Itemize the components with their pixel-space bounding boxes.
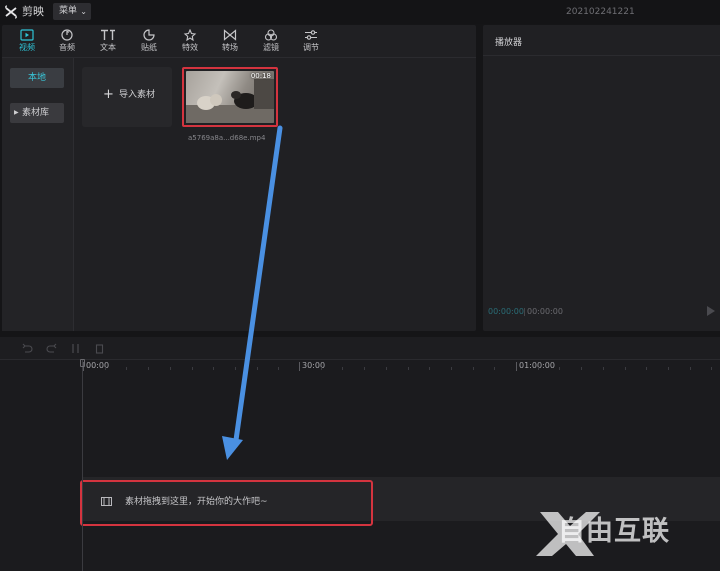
ruler-minor-tick [472, 367, 474, 370]
timeline-ruler[interactable]: 00:00 30:00 01:00:00 [0, 360, 720, 374]
ruler-minor-tick [711, 367, 713, 370]
transition-icon [223, 29, 237, 41]
ruler-minor-tick [278, 367, 280, 370]
ruler-minor-tick [364, 367, 366, 370]
audio-icon [61, 29, 73, 41]
import-label: 导入素材 [119, 90, 156, 100]
caret-right-icon: ▶ [14, 109, 19, 116]
tab-label: 转场 [222, 43, 238, 52]
current-time: 00:00:00 [488, 307, 524, 316]
timeline-toolbar [0, 337, 720, 360]
app-title: 剪映 [22, 5, 44, 18]
ruler-minor-tick [342, 367, 344, 370]
sidebar-item-local[interactable]: 本地 [10, 68, 64, 88]
ruler-minor-tick [624, 367, 626, 370]
sticker-icon [143, 29, 155, 41]
ruler-minor-tick [234, 367, 236, 370]
video-thumbnail[interactable]: 00:18 [186, 71, 274, 123]
tab-video[interactable]: 视频 [10, 27, 44, 57]
ruler-minor-tick [126, 367, 128, 370]
sidebar-item-library[interactable]: ▶ 素材库 [10, 103, 64, 123]
menu-label: 菜单 [59, 6, 78, 16]
ruler-minor-tick [385, 367, 387, 370]
media-sidebar: 本地 ▶ 素材库 [2, 58, 74, 331]
text-icon [101, 29, 115, 40]
sidebar-item-label: 素材库 [22, 108, 50, 118]
player-title: 播放器 [495, 38, 523, 48]
tab-sticker[interactable]: 贴纸 [132, 27, 166, 57]
ruler-minor-tick [537, 367, 539, 370]
ruler-minor-tick [191, 367, 193, 370]
app-logo-icon [5, 5, 17, 19]
drop-hint-text: 素材拖拽到这里，开始你的大作吧~ [125, 497, 268, 507]
tab-adjust[interactable]: 调节 [294, 27, 328, 57]
project-name: 20210224122​1 [566, 7, 635, 17]
media-clip-highlight[interactable]: 00:18 [182, 67, 278, 127]
menu-button[interactable]: 菜单 ⌄ [53, 3, 91, 20]
import-media-button[interactable]: + 导入素材 [82, 67, 172, 127]
media-panel: 视频 音频 文本 贴纸 特效 转场 滤镜 调节 本地 ▶ 素材库 + 导入素材 … [2, 25, 476, 331]
tab-label: 调节 [303, 43, 319, 52]
chevron-down-icon: ⌄ [80, 7, 87, 16]
total-time: 00:00:00 [527, 307, 563, 316]
plus-icon: + [103, 87, 114, 102]
clip-filename: a5769a8a...d68e.mp4 [188, 134, 266, 142]
clip-duration: 00:18 [250, 72, 271, 80]
ruler-minor-tick [450, 367, 452, 370]
playhead[interactable] [82, 359, 83, 571]
tab-effects[interactable]: 特效 [173, 27, 207, 57]
filter-icon [264, 29, 278, 41]
delete-icon[interactable] [94, 343, 105, 354]
adjust-icon [305, 30, 317, 40]
ruler-minor-tick [148, 367, 150, 370]
ruler-minor-tick [646, 367, 648, 370]
ruler-minor-tick [602, 367, 604, 370]
title-bar: 剪映 菜单 ⌄ 20210224122​1 [0, 0, 720, 24]
ruler-minor-tick [104, 367, 106, 370]
tab-label: 特效 [182, 43, 198, 52]
ruler-minor-tick [581, 367, 583, 370]
playhead-handle[interactable] [80, 359, 85, 367]
ruler-minor-tick [689, 367, 691, 370]
watermark-text: 自由互联 [558, 516, 670, 547]
ruler-minor-tick [559, 367, 561, 370]
tab-label: 文本 [100, 43, 116, 52]
ruler-minor-tick [429, 367, 431, 370]
tab-label: 视频 [19, 43, 35, 52]
ruler-minor-tick [407, 367, 409, 370]
ruler-tick [516, 362, 517, 371]
undo-icon[interactable] [22, 343, 33, 354]
play-icon[interactable] [707, 306, 715, 316]
ruler-minor-tick [494, 367, 496, 370]
tab-text[interactable]: 文本 [91, 27, 125, 57]
divider [483, 55, 720, 56]
tab-audio[interactable]: 音频 [50, 27, 84, 57]
ruler-minor-tick [169, 367, 171, 370]
film-icon [101, 497, 112, 506]
video-icon [20, 29, 34, 41]
ruler-minor-tick [213, 367, 215, 370]
redo-icon[interactable] [46, 343, 57, 354]
tab-label: 滤镜 [263, 43, 279, 52]
ruler-tick [299, 362, 300, 371]
tab-transition[interactable]: 转场 [213, 27, 247, 57]
tab-filter[interactable]: 滤镜 [254, 27, 288, 57]
ruler-minor-tick [667, 367, 669, 370]
tab-label: 音频 [59, 43, 75, 52]
ruler-minor-tick [256, 367, 258, 370]
player-panel: 播放器 00:00:00 | 00:00:00 [483, 25, 720, 331]
tab-label: 贴纸 [141, 43, 157, 52]
ruler-minor-tick [320, 367, 322, 370]
effects-icon [183, 29, 197, 41]
time-divider: | [523, 307, 526, 316]
split-icon[interactable] [70, 343, 81, 354]
